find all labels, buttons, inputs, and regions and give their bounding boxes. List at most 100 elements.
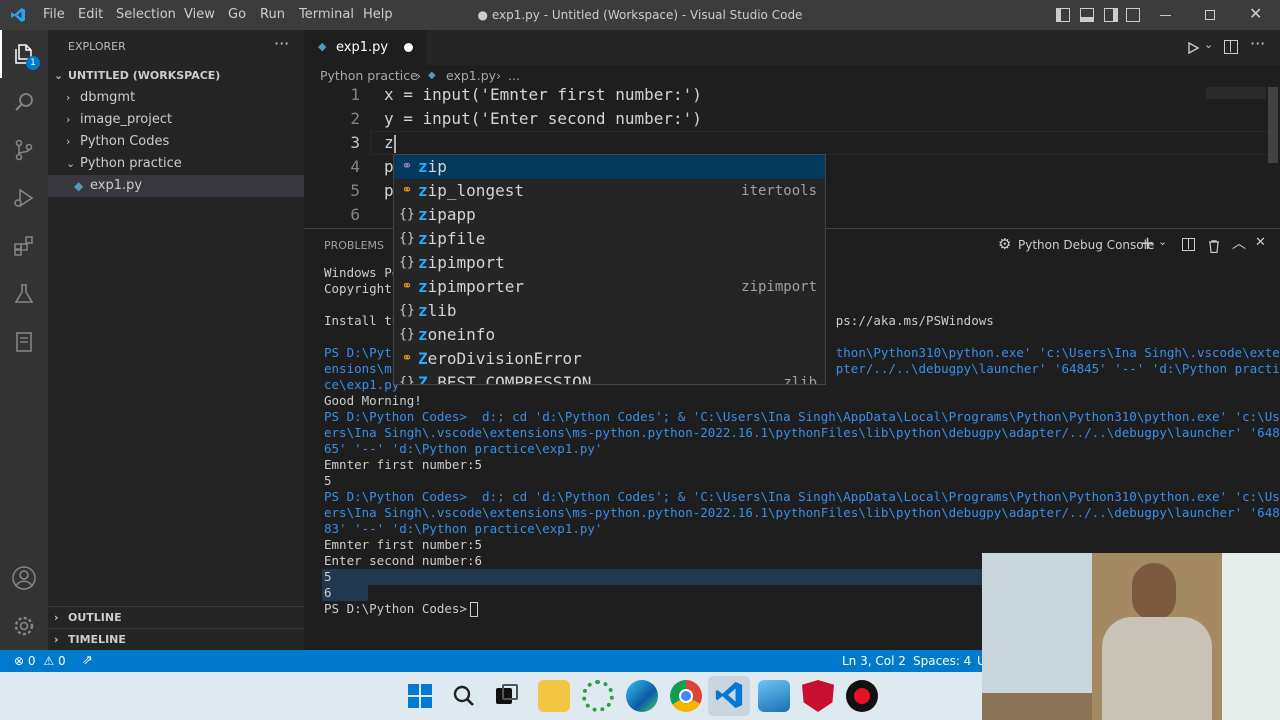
console-select[interactable]: Python Debug Console xyxy=(1018,238,1154,252)
photos-app-icon[interactable] xyxy=(758,680,790,712)
breadcrumb-file[interactable]: exp1.py xyxy=(446,65,496,87)
menu-terminal[interactable]: Terminal xyxy=(299,0,354,30)
editor-more-icon[interactable]: ··· xyxy=(1250,34,1265,53)
outline-section[interactable]: › OUTLINE xyxy=(48,607,304,629)
breadcrumb-symbol[interactable]: ... xyxy=(508,65,520,87)
editor-tab-bar: ◆ exp1.py ⌄ ··· xyxy=(304,30,1280,65)
text-cursor xyxy=(394,135,396,153)
more-actions-icon[interactable]: ··· xyxy=(274,34,289,53)
split-terminal-icon[interactable] xyxy=(1182,238,1195,251)
suggestion-item[interactable]: {} zipimport xyxy=(394,251,825,275)
title-bar: File Edit Selection View Go Run Terminal… xyxy=(0,0,1280,30)
vscode-taskbar-icon[interactable] xyxy=(714,680,744,714)
menu-help[interactable]: Help xyxy=(363,0,393,30)
new-terminal-chevron-icon[interactable]: ⌄ xyxy=(1158,235,1167,248)
timeline-section[interactable]: › TIMELINE xyxy=(48,629,304,651)
cursor-position[interactable]: Ln 3, Col 2 xyxy=(842,650,906,672)
remote-explorer-icon[interactable] xyxy=(0,318,48,366)
search-icon[interactable] xyxy=(0,78,48,126)
suggestion-item[interactable]: ⚭ ZeroDivisionError xyxy=(394,347,825,371)
terminal-line: Emnter first number:5 xyxy=(324,537,483,552)
taskbar-search-icon[interactable] xyxy=(452,684,476,712)
problems-status[interactable]: ⊗ 0 ⚠ 0 xyxy=(14,650,66,672)
tab-problems[interactable]: PROBLEMS xyxy=(324,239,384,252)
edge-browser-icon[interactable] xyxy=(626,680,658,712)
workspace-header[interactable]: ⌄ UNTITLED (WORKSPACE) xyxy=(48,65,304,87)
menu-view[interactable]: View xyxy=(184,0,215,30)
maximize-panel-chevron-icon[interactable]: ︿ xyxy=(1232,233,1246,253)
sidebar-item-image-project[interactable]: › image_project xyxy=(48,109,304,131)
indentation-status[interactable]: Spaces: 4 xyxy=(913,650,971,672)
terminal-line: 5 xyxy=(324,569,332,584)
code-text: y = input('Enter second number:') xyxy=(384,109,702,128)
run-debug-icon[interactable] xyxy=(0,174,48,222)
extensions-icon[interactable] xyxy=(0,222,48,270)
suggestion-item[interactable]: {} zipfile xyxy=(394,227,825,251)
testing-flask-icon[interactable] xyxy=(0,270,48,318)
suggestion-item[interactable]: ⚭ zip_longest itertools xyxy=(394,179,825,203)
module-icon: {} xyxy=(399,255,415,270)
terminal-line: 6 xyxy=(324,585,332,600)
terminal-line: 65' '--' 'd:\Python practice\exp1.py' xyxy=(324,441,603,456)
settings-gear-icon[interactable] xyxy=(0,602,48,650)
suggestion-item[interactable]: ⚭ zip xyxy=(394,155,825,179)
sidebar-item-dbmgmt[interactable]: › dbmgmt xyxy=(48,87,304,109)
sidebar-item-python-practice[interactable]: ⌄ Python practice xyxy=(48,153,304,175)
terminal-line: PS D:\Python Codes> xyxy=(324,601,475,616)
menu-edit[interactable]: Edit xyxy=(78,0,103,30)
chevron-right-icon: › xyxy=(54,611,59,624)
explorer-icon[interactable] xyxy=(0,30,48,78)
close-icon[interactable]: ✕ xyxy=(1249,4,1265,24)
mcafee-icon[interactable] xyxy=(802,680,834,712)
toggle-panel-icon[interactable] xyxy=(1080,8,1094,22)
sidebar-item-python-codes[interactable]: › Python Codes xyxy=(48,131,304,153)
task-view-icon[interactable] xyxy=(496,684,518,706)
close-panel-icon[interactable]: ✕ xyxy=(1255,235,1266,250)
suggestion-item[interactable]: {} zlib xyxy=(394,299,825,323)
debug-console-gear-icon[interactable]: ⚙ xyxy=(998,235,1011,253)
accounts-icon[interactable] xyxy=(0,554,48,602)
menu-selection[interactable]: Selection xyxy=(116,0,176,30)
circle-app-icon[interactable] xyxy=(582,680,614,712)
terminal-line: Windows Po xyxy=(324,265,400,280)
menu-run[interactable]: Run xyxy=(260,0,285,30)
split-editor-icon[interactable] xyxy=(1224,40,1238,54)
warning-icon: ⚠ xyxy=(43,654,55,668)
customize-layout-icon[interactable] xyxy=(1126,8,1140,22)
file-explorer-icon[interactable] xyxy=(538,680,570,712)
terminal-line: Emnter first number:5 xyxy=(324,457,483,472)
class-icon: ⚭ xyxy=(401,279,413,294)
error-icon: ⊗ xyxy=(14,654,25,668)
run-dropdown-chevron-icon[interactable]: ⌄ xyxy=(1204,38,1213,51)
tab-exp1[interactable]: ◆ exp1.py xyxy=(304,30,426,65)
menu-file[interactable]: File xyxy=(43,0,65,30)
live-share-icon[interactable]: ⇗ xyxy=(82,650,93,672)
unsaved-dot-icon[interactable] xyxy=(404,43,413,52)
suggestion-item[interactable]: {} zipapp xyxy=(394,203,825,227)
windows-start-icon[interactable] xyxy=(408,684,432,708)
minimap[interactable] xyxy=(1206,87,1266,99)
run-python-icon[interactable] xyxy=(1186,40,1200,59)
suggestion-item[interactable]: {} zoneinfo xyxy=(394,323,825,347)
menu-go[interactable]: Go xyxy=(228,0,246,30)
code-text: x = input('Emnter first number:') xyxy=(384,87,702,104)
terminal-cursor xyxy=(470,602,478,617)
restore-icon[interactable] xyxy=(1205,10,1215,20)
class-icon: ⚭ xyxy=(401,351,413,366)
breadcrumb-folder[interactable]: Python practice xyxy=(320,65,418,87)
autocomplete-suggestions[interactable]: ⚭ zip ⚭ zip_longest itertools {} zipapp … xyxy=(393,154,826,385)
sidebar-item-exp1[interactable]: ◆ exp1.py xyxy=(48,175,304,197)
toggle-sidebar-icon[interactable] xyxy=(1056,8,1070,22)
screen-recorder-icon[interactable] xyxy=(846,680,878,712)
minimize-icon[interactable] xyxy=(1160,15,1171,16)
explorer-sidebar: EXPLORER ··· ⌄ UNTITLED (WORKSPACE) › dbmg… xyxy=(48,30,304,650)
new-terminal-plus-icon[interactable]: + xyxy=(1140,233,1155,254)
suggestion-item[interactable]: ⚭ zipimporter zipimport xyxy=(394,275,825,299)
suggestion-item[interactable]: {} Z_BEST_COMPRESSION zlib xyxy=(394,371,825,384)
chrome-browser-icon[interactable] xyxy=(670,680,702,712)
kill-terminal-trash-icon[interactable] xyxy=(1208,238,1220,257)
chevron-right-icon: › xyxy=(496,68,501,83)
source-control-icon[interactable] xyxy=(0,126,48,174)
editor-scrollbar[interactable] xyxy=(1268,87,1278,163)
toggle-secondary-sidebar-icon[interactable] xyxy=(1104,8,1118,22)
